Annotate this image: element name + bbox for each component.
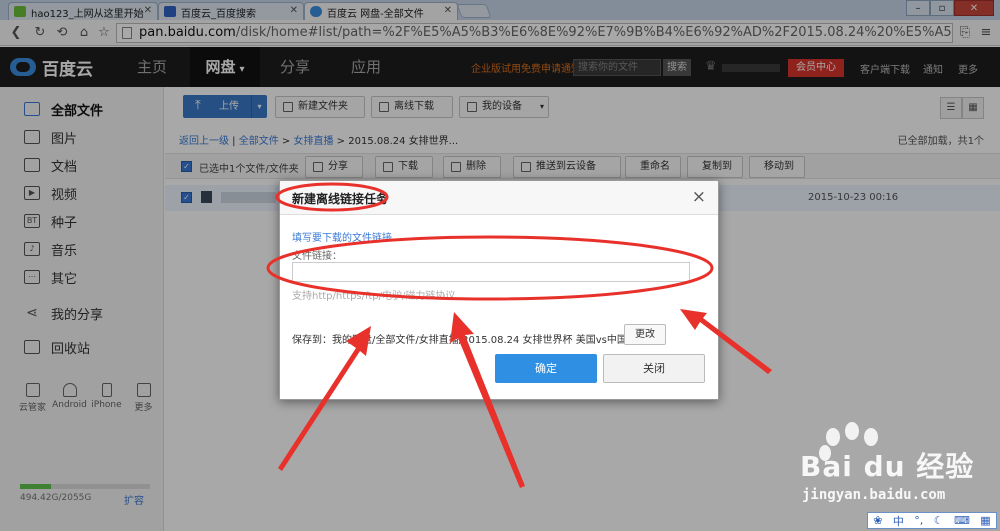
confirm-button[interactable]: 确定 <box>495 354 597 383</box>
protocol-support-note: 支持http/https/ftp/电驴/磁力链协议 <box>292 291 456 302</box>
dialog-header: 新建离线链接任务 × <box>280 181 718 215</box>
watermark-url: jingyan.baidu.com <box>802 487 946 503</box>
ime-lang[interactable]: 中 <box>893 513 904 529</box>
ime-toolbar: ❀ 中 °, ☾ ⌨ ▦ <box>867 512 997 529</box>
save-to-path: 保存到：我的网盘/全部文件/女排直播/2015.08.24 女排世界杯 美国vs… <box>292 331 627 346</box>
offline-link-dialog: 新建离线链接任务 × 填写要下载的文件链接 文件链接： 支持http/https… <box>279 180 719 400</box>
file-link-label: 文件链接： <box>292 251 342 262</box>
close-button[interactable]: 关闭 <box>603 354 705 383</box>
settings-icon[interactable]: ▦ <box>980 514 990 527</box>
dialog-hint: 填写要下载的文件链接 <box>292 233 392 244</box>
punctuation-icon[interactable]: °, <box>914 514 923 527</box>
file-link-input[interactable] <box>292 262 690 282</box>
save-to-label: 保存到： <box>292 335 332 346</box>
change-path-button[interactable]: 更改 <box>624 324 666 345</box>
close-icon[interactable]: × <box>692 187 706 207</box>
paw-icon[interactable]: ❀ <box>873 514 882 527</box>
keyboard-icon[interactable]: ⌨ <box>954 514 970 527</box>
dialog-title: 新建离线链接任务 <box>292 192 389 206</box>
baidu-jingyan-watermark: Bai du 经验 <box>800 450 975 483</box>
moon-icon[interactable]: ☾ <box>934 514 944 527</box>
save-to-value: 我的网盘/全部文件/女排直播/2015.08.24 女排世界杯 美国vs中国 <box>332 335 627 346</box>
